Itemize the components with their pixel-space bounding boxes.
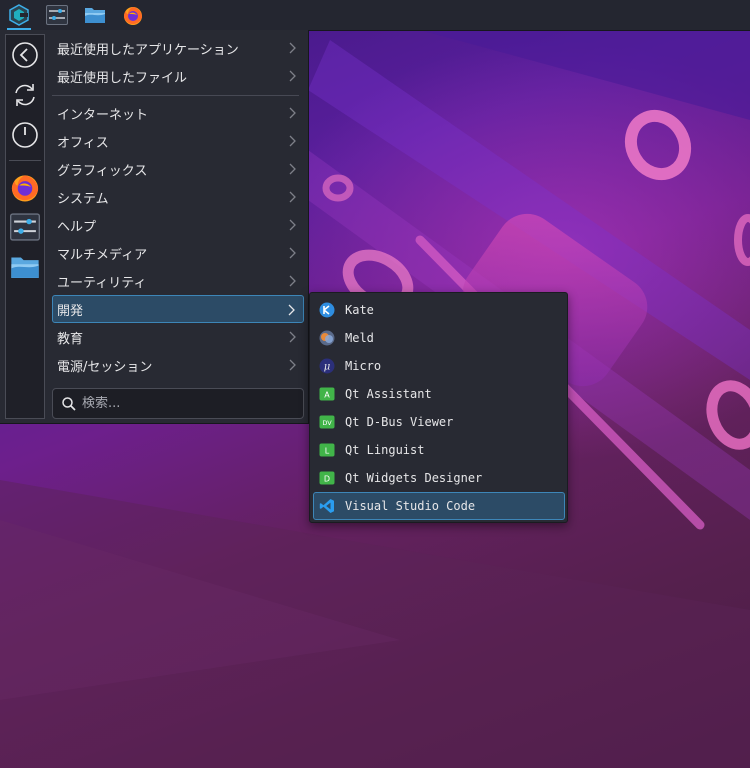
app-label: Qt D-Bus Viewer [345,415,454,429]
file-manager-taskbar-button[interactable] [76,0,114,30]
category-development[interactable]: 開発 [52,295,304,323]
chevron-right-icon [289,42,296,54]
application-launcher-menu: 最近使用したアプリケーション 最近使用したファイル インターネット オフィス グ… [0,30,309,424]
svg-text:L: L [325,447,330,456]
taskbar [0,0,750,31]
category-label: オフィス [57,135,109,151]
favorite-file-manager-button[interactable] [6,249,44,285]
firefox-icon [124,7,142,25]
category-multimedia[interactable]: マルチメディア [52,239,304,267]
app-qt-assistant[interactable]: A Qt Assistant [313,380,565,408]
back-button[interactable] [6,37,44,73]
category-label: 最近使用したファイル [57,70,188,86]
svg-text:DV: DV [322,419,332,427]
firefox-taskbar-button[interactable] [114,0,152,30]
refresh-icon [15,84,35,106]
qt-designer-icon: D [319,470,335,486]
category-system[interactable]: システム [52,183,304,211]
category-education[interactable]: 教育 [52,323,304,351]
qt-linguist-icon: L [319,442,335,458]
category-label: 教育 [57,331,84,347]
chevron-right-icon [289,331,296,343]
sidebar-separator [9,160,41,161]
category-label: ユーティリティ [57,275,147,291]
vscode-icon [319,498,335,514]
power-icon [12,122,38,148]
category-label: ヘルプ [57,219,97,235]
system-settings-icon [10,213,40,241]
category-label: インターネット [57,107,149,123]
app-label: Kate [345,303,374,317]
menu-separator [52,95,299,96]
search-input[interactable] [82,396,282,411]
category-label: 電源/セッション [57,359,153,375]
chevron-right-icon [289,219,296,231]
app-meld[interactable]: Meld [313,324,565,352]
qt-dbus-viewer-icon: DV [319,414,335,430]
category-label: 最近使用したアプリケーション [57,42,239,58]
chevron-right-icon [289,191,296,203]
app-label: Visual Studio Code [345,499,476,513]
app-visual-studio-code[interactable]: Visual Studio Code [313,492,565,520]
svg-text:μ: μ [324,362,331,373]
category-power-session[interactable]: 電源/セッション [52,351,304,379]
firefox-icon [11,175,39,202]
category-label: グラフィックス [57,163,148,179]
category-label: マルチメディア [57,247,148,263]
power-button[interactable] [6,117,44,153]
app-qt-linguist[interactable]: L Qt Linguist [313,436,565,464]
kate-icon [319,302,335,318]
app-kate[interactable]: Kate [313,296,565,324]
file-manager-icon [85,8,105,23]
favorite-system-settings-button[interactable] [6,209,44,245]
search-box[interactable] [52,388,304,419]
application-launcher-button[interactable] [0,0,38,30]
app-label: Micro [345,359,382,373]
category-internet[interactable]: インターネット [52,99,304,127]
chevron-right-icon [289,359,296,371]
back-icon [12,42,38,68]
app-qt-dbus-viewer[interactable]: DV Qt D-Bus Viewer [313,408,565,436]
category-help[interactable]: ヘルプ [52,211,304,239]
category-label: 開発 [57,303,84,319]
category-recent-applications[interactable]: 最近使用したアプリケーション [52,34,304,62]
favorite-firefox-button[interactable] [6,169,44,205]
chevron-right-icon [289,135,296,147]
refresh-button[interactable] [6,77,44,113]
system-settings-taskbar-button[interactable] [38,0,76,30]
app-label: Meld [345,331,374,345]
svg-text:D: D [324,475,330,484]
system-settings-icon [46,5,68,25]
category-office[interactable]: オフィス [52,127,304,155]
search-icon [62,396,76,411]
launcher-sidebar [5,34,45,419]
svg-text:A: A [324,391,330,400]
qt-assistant-icon: A [319,386,335,402]
category-utilities[interactable]: ユーティリティ [52,267,304,295]
chevron-right-icon [289,163,296,175]
chevron-right-icon [288,304,295,316]
app-label: Qt Assistant [345,387,432,401]
file-manager-icon [11,257,39,278]
chevron-right-icon [289,107,296,119]
micro-icon: μ [319,358,335,374]
chevron-right-icon [289,70,296,82]
app-label: Qt Linguist [345,443,425,457]
category-recent-files[interactable]: 最近使用したファイル [52,62,304,90]
app-label: Qt Widgets Designer [345,471,483,485]
application-launcher-icon [9,4,29,26]
app-micro[interactable]: μ Micro [313,352,565,380]
chevron-right-icon [289,247,296,259]
category-label: システム [57,191,109,207]
development-submenu: Kate Meld μ Micro A Qt Assistant DV Qt D… [309,292,568,523]
category-graphics[interactable]: グラフィックス [52,155,304,183]
app-qt-widgets-designer[interactable]: D Qt Widgets Designer [313,464,565,492]
chevron-right-icon [289,275,296,287]
meld-icon [319,330,335,346]
